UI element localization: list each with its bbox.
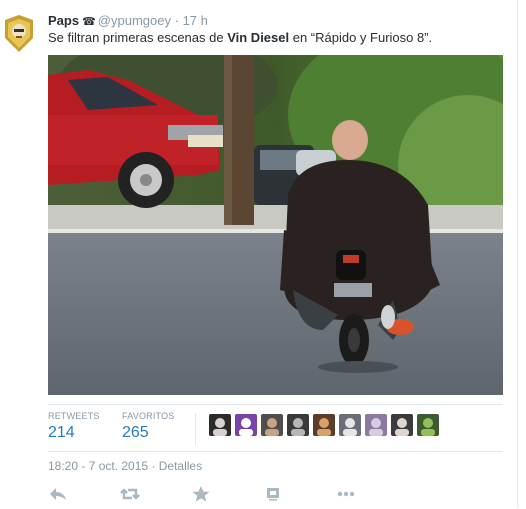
retweets-label: RETWEETS bbox=[48, 411, 100, 421]
retweet-icon[interactable] bbox=[120, 484, 140, 504]
favorite-icon[interactable] bbox=[191, 484, 211, 504]
retweets-count[interactable]: 214 bbox=[48, 424, 100, 442]
tweet-card: Paps ☎ @ypumgoey · 17 h Se filtran primera… bbox=[0, 0, 518, 508]
favorites-stat[interactable]: FAVORITOS 265 bbox=[122, 411, 174, 442]
tweet-timestamp: 18:20 - 7 oct. 2015 · Detalles bbox=[48, 459, 203, 473]
user-avatar[interactable] bbox=[3, 14, 35, 54]
favoriter-2-avatar[interactable] bbox=[235, 414, 257, 436]
favoriter-9-avatar[interactable] bbox=[417, 414, 439, 436]
column-border bbox=[517, 0, 518, 508]
user-handle[interactable]: @ypumgoey bbox=[98, 13, 171, 28]
tweet-text: Se filtran primeras escenas de Vin Diese… bbox=[48, 30, 432, 46]
favoriter-4-avatar[interactable] bbox=[287, 414, 309, 436]
favoriter-5-avatar[interactable] bbox=[313, 414, 335, 436]
tweet-header: Paps ☎ @ypumgoey · 17 h bbox=[48, 13, 208, 30]
timestamp-text[interactable]: 18:20 - 7 oct. 2015 bbox=[48, 459, 148, 473]
retweets-stat[interactable]: RETWEETS 214 bbox=[48, 411, 100, 442]
tweet-actions bbox=[48, 484, 508, 504]
tweet-text-bold: Vin Diesel bbox=[227, 30, 290, 45]
favorites-count[interactable]: 265 bbox=[122, 424, 174, 442]
protected-icon: ☎ bbox=[82, 16, 96, 28]
time-ago[interactable]: 17 h bbox=[183, 13, 208, 28]
gallery-icon[interactable] bbox=[263, 484, 283, 504]
favorites-label: FAVORITOS bbox=[122, 411, 175, 421]
stats-divider bbox=[195, 413, 196, 445]
tweet-photo[interactable] bbox=[48, 55, 503, 395]
reply-icon[interactable] bbox=[48, 484, 68, 504]
tweet-text-start: Se filtran primeras escenas de bbox=[48, 30, 228, 45]
more-icon[interactable] bbox=[336, 484, 356, 504]
tweet-text-end: en “Rápido y Furioso 8”. bbox=[289, 30, 433, 45]
tweet-stats: RETWEETS 214 FAVORITOS 265 bbox=[48, 404, 503, 452]
header-separator: · bbox=[174, 13, 179, 28]
favoriter-8-avatar[interactable] bbox=[391, 414, 413, 436]
favoriter-6-avatar[interactable] bbox=[339, 414, 361, 436]
favoriter-7-avatar[interactable] bbox=[365, 414, 387, 436]
details-link[interactable]: Detalles bbox=[159, 459, 202, 473]
user-name[interactable]: Paps bbox=[48, 13, 79, 28]
favoriter-1-avatar[interactable] bbox=[209, 414, 231, 436]
favoriter-3-avatar[interactable] bbox=[261, 414, 283, 436]
